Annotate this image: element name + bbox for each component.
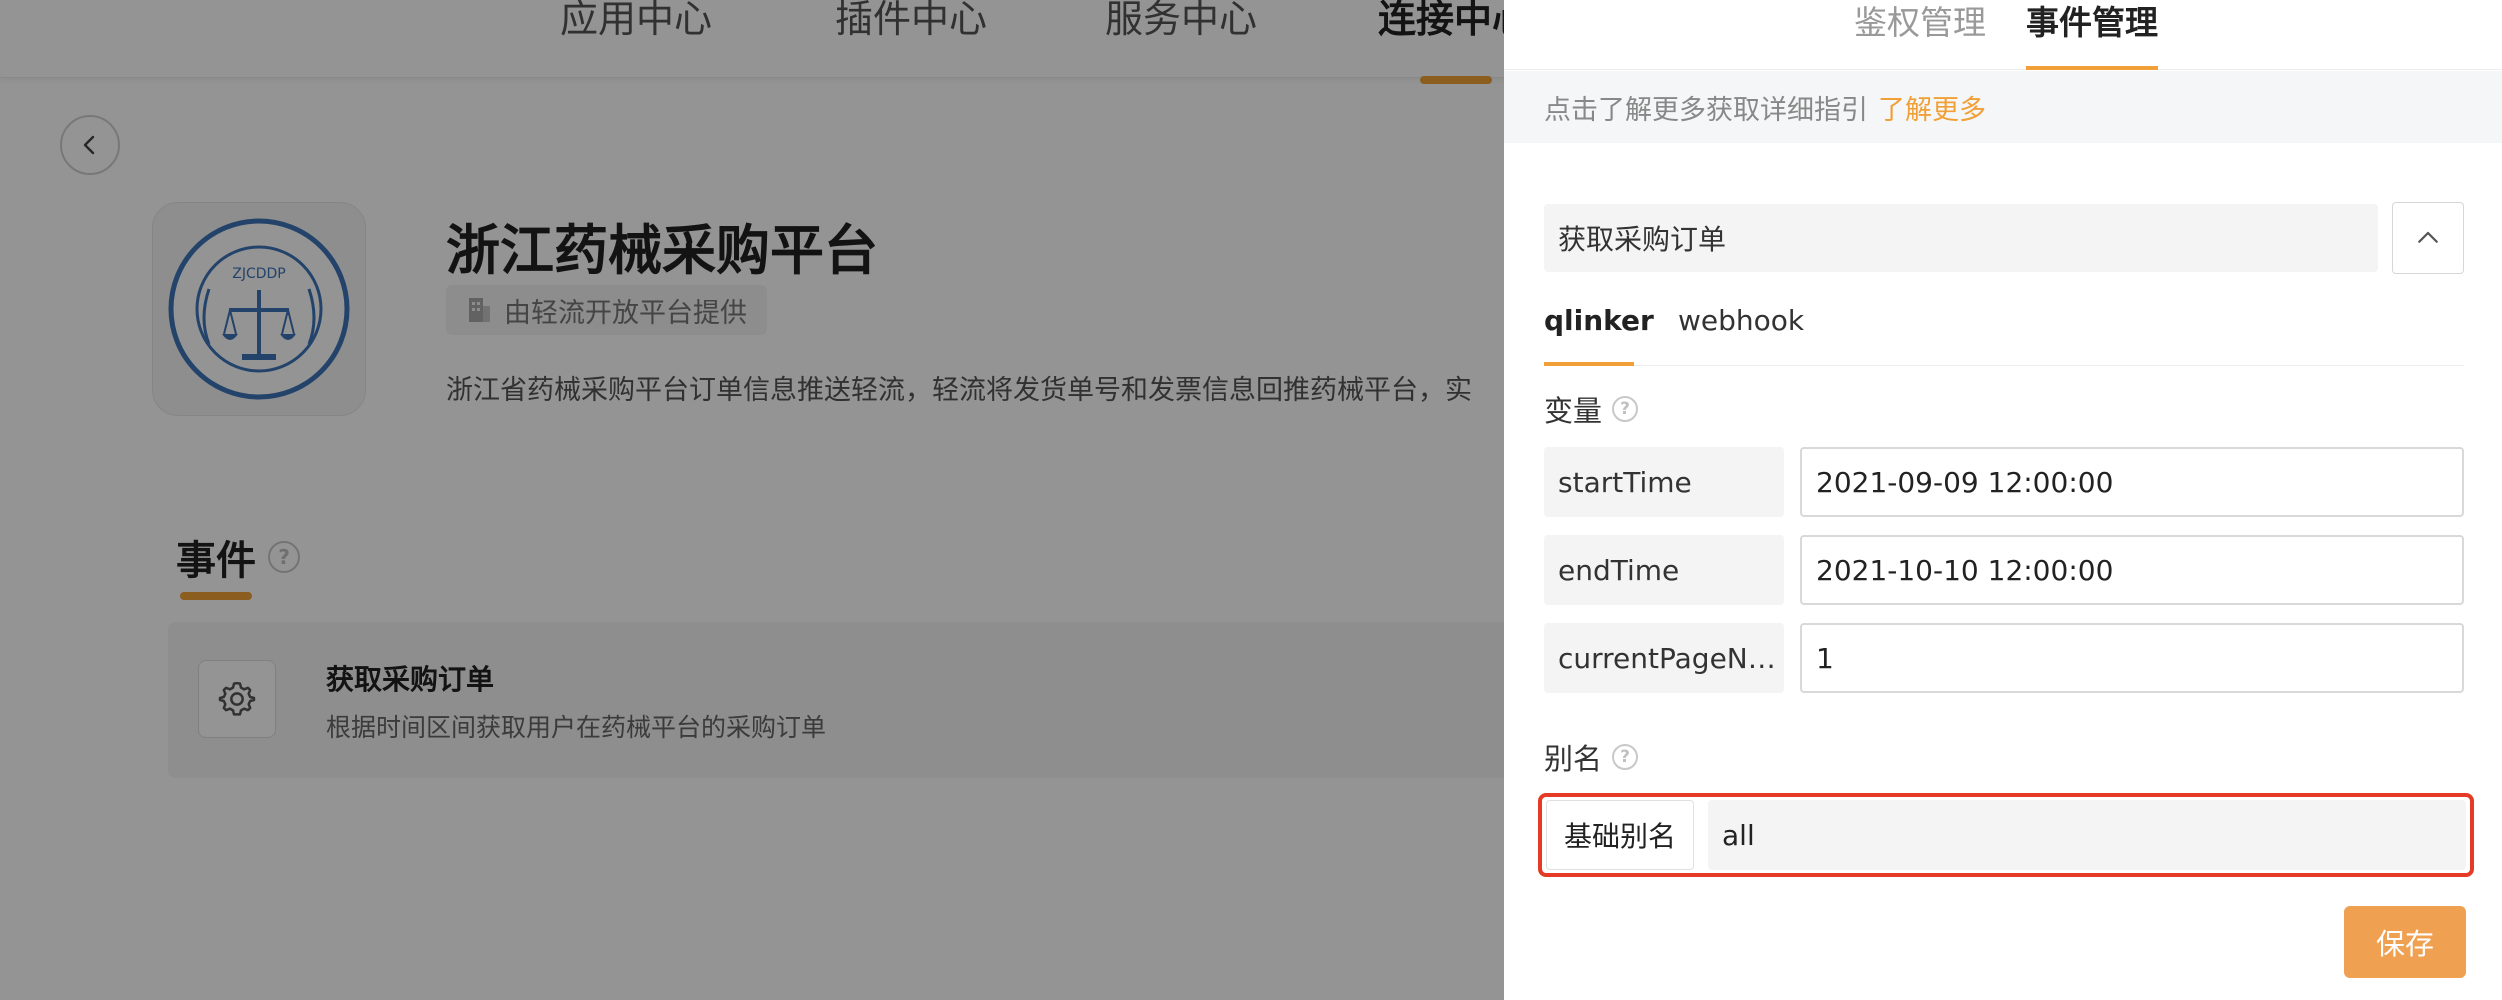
variable-key-text: currentPageN… [1558,641,1776,675]
drawer-tabs: 鉴权管理 事件管理 [1504,0,2502,70]
tab-qlinker[interactable]: qlinker [1544,304,1654,337]
modal-overlay[interactable] [0,0,1504,1000]
alias-label: 别名 ? [1544,736,1639,778]
tab-auth-management[interactable]: 鉴权管理 [1854,0,1986,44]
variables-label: 变量 ? [1544,388,1639,430]
info-bar: 点击了解更多获取详细指引 了解更多 [1504,71,2502,143]
variable-key-text: endTime [1558,553,1680,587]
event-select[interactable]: 获取采购订单 [1544,204,2378,272]
question-circle-icon[interactable]: ? [1612,744,1639,770]
sub-tabs: qlinker webhook [1544,300,2464,366]
variable-key: startTime [1544,447,1784,517]
alias-label-text: 别名 [1544,742,1603,776]
sub-tab-active-indicator [1544,362,1634,366]
variable-value-input[interactable]: 2021-10-10 12:00:00 [1800,535,2464,605]
event-management-drawer: 鉴权管理 事件管理 点击了解更多获取详细指引 了解更多 获取采购订单 qlink… [1504,0,2502,1000]
tab-webhook[interactable]: webhook [1678,304,1804,337]
variable-key: endTime [1544,535,1784,605]
variables-label-text: 变量 [1544,394,1603,428]
tab-event-management[interactable]: 事件管理 [2026,0,2158,44]
alias-key: 基础别名 [1546,800,1694,870]
save-button[interactable]: 保存 [2344,906,2466,978]
chevron-up-icon [2418,231,2438,243]
collapse-button[interactable] [2392,202,2464,274]
question-circle-icon[interactable]: ? [1612,396,1639,422]
alias-value-input[interactable]: all [1708,800,2466,870]
learn-more-link[interactable]: 了解更多 [1878,88,1986,127]
variable-value-input[interactable]: 1 [1800,623,2464,693]
variable-key: currentPageN… [1544,623,1784,693]
variable-key-text: startTime [1558,465,1692,499]
info-text: 点击了解更多获取详细指引 [1544,94,1868,126]
variable-value-input[interactable]: 2021-09-09 12:00:00 [1800,447,2464,517]
drawer-tab-active-indicator [2026,66,2158,70]
